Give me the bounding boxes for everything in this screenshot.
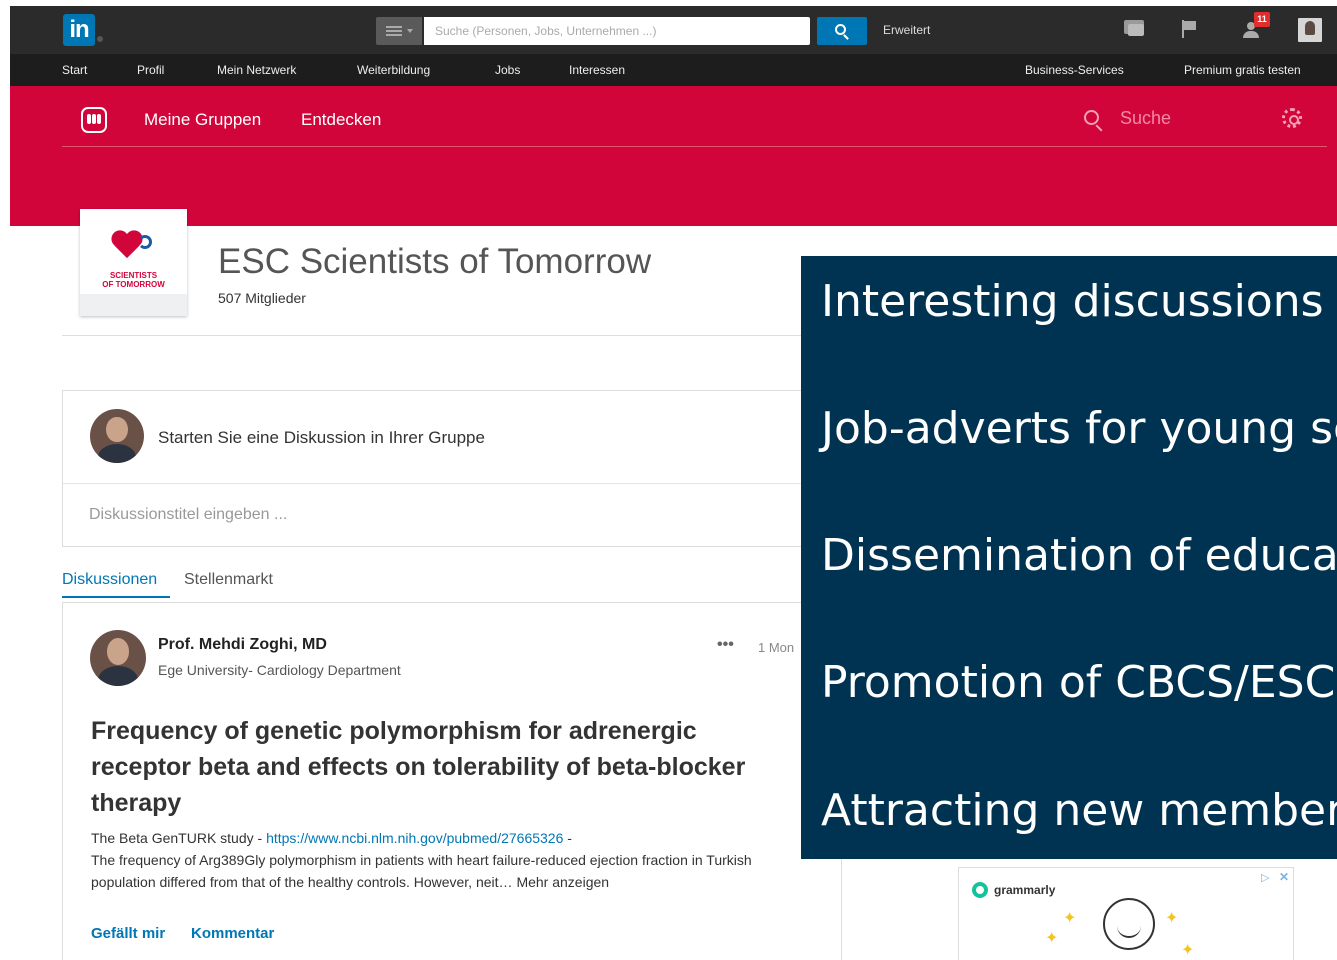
discussion-post: Prof. Mehdi Zoghi, MD Ege University- Ca… [62,602,842,960]
start-discussion-prompt: Starten Sie eine Diskussion in Ihrer Gru… [158,428,485,447]
like-button[interactable]: Gefällt mir [91,925,165,942]
post-link[interactable]: https://www.ncbi.nlm.nih.gov/pubmed/2766… [266,830,563,846]
card-divider [63,483,841,484]
profile-avatar[interactable] [1298,18,1322,42]
discover-link[interactable]: Entdecken [301,110,381,130]
group-logo: SCIENTISTS OF TOMORROW [80,209,187,316]
nav-interests[interactable]: Interessen [569,63,625,77]
overlay-item: Attracting new member [821,785,1337,836]
search-button[interactable] [817,17,867,45]
nav-start[interactable]: Start [62,63,87,77]
caret-down-icon [407,29,413,33]
person-body-shape [1243,31,1259,38]
sparkle-icon: ✦ [1045,928,1059,947]
discussion-title-input[interactable] [89,499,789,531]
nav-premium[interactable]: Premium gratis testen [1184,63,1301,77]
ad-brand: grammarly [994,883,1056,897]
menu-icon [386,26,402,28]
nav-profile[interactable]: Profil [137,63,164,77]
overlay-item: Interesting discussions [821,276,1324,327]
groups-icon[interactable] [81,107,107,133]
gear-icon[interactable] [1282,108,1302,128]
groups-header: Meine Gruppen Entdecken [10,86,1337,226]
flag-icon[interactable] [1182,20,1198,38]
search-icon [835,24,846,35]
post-title[interactable]: Frequency of genetic polymorphism for ad… [91,713,801,821]
group-divider [62,335,822,336]
header-divider [62,146,1327,147]
grammarly-ad[interactable]: grammarly ▷ ✕ ✦ ✦ ✦ ✦ [958,867,1294,960]
tab-discussions[interactable]: Diskussionen [62,571,157,589]
nav-jobs[interactable]: Jobs [495,63,520,77]
main-nav: Start Profil Mein Netzwerk Weiterbildung… [10,54,1337,86]
page: in Erweitert 11 Start Profil Mein Netzwe… [0,0,1337,960]
nav-business-services[interactable]: Business-Services [1025,63,1124,77]
top-bar: in Erweitert 11 [10,6,1337,54]
person-illustration-icon [1103,898,1155,950]
member-count[interactable]: 507 Mitglieder [218,290,306,306]
close-icon[interactable]: ✕ [1279,870,1289,884]
advanced-search-link[interactable]: Erweitert [883,23,930,37]
sparkle-icon: ✦ [1063,908,1077,927]
sparkle-icon: ✦ [1165,908,1179,927]
logo-bottom-band [80,294,187,316]
grammarly-logo-icon [972,882,988,898]
active-tab-underline [62,596,170,598]
show-more-link[interactable]: Mehr anzeigen [516,874,609,890]
group-title: ESC Scientists of Tomorrow [218,242,652,281]
swirl-shape [138,235,152,249]
search-icon[interactable] [1084,110,1099,125]
overlay-item: Promotion of CBCS/ESC [821,657,1336,708]
post-body-prefix: The Beta GenTURK study - [91,830,267,846]
post-author[interactable]: Prof. Mehdi Zoghi, MD [158,636,327,654]
logo-dot [97,36,103,42]
group-logo-line-2: OF TOMORROW [102,280,165,289]
more-options-icon[interactable]: ••• [717,636,734,654]
overlay-item: Job-adverts for young sc [821,403,1337,454]
group-logo-line-1: SCIENTISTS [109,271,158,280]
groups-search-input[interactable] [1120,104,1270,132]
post-body: The Beta GenTURK study - https://www.ncb… [91,827,801,893]
author-affiliation: Ege University- Cardiology Department [158,662,401,678]
comment-button[interactable]: Kommentar [191,925,274,942]
author-avatar[interactable] [90,630,146,686]
global-search-input[interactable] [424,17,810,45]
user-avatar [90,409,144,463]
nav-network[interactable]: Mein Netzwerk [217,63,296,77]
my-groups-link[interactable]: Meine Gruppen [144,110,261,130]
overlay-panel: Interesting discussions Job-adverts for … [801,256,1337,859]
post-body-text: The frequency of Arg389Gly polymorphism … [91,852,752,890]
linkedin-logo[interactable]: in [63,14,95,46]
group-logo-text: SCIENTISTS OF TOMORROW [80,271,187,289]
start-discussion-card: Starten Sie eine Diskussion in Ihrer Gru… [62,390,842,547]
sparkle-icon: ✦ [1181,940,1195,959]
notification-badge: 11 [1254,12,1270,27]
ad-choices-icon[interactable]: ▷ [1261,871,1269,884]
search-category-button[interactable] [376,17,422,45]
overlay-item: Dissemination of educat [821,530,1337,581]
post-timestamp: 1 Mon [758,640,795,655]
messages-icon[interactable] [1124,20,1144,36]
tab-job-market[interactable]: Stellenmarkt [184,571,273,589]
post-body-dash: - [563,830,572,846]
nav-learning[interactable]: Weiterbildung [357,63,430,77]
